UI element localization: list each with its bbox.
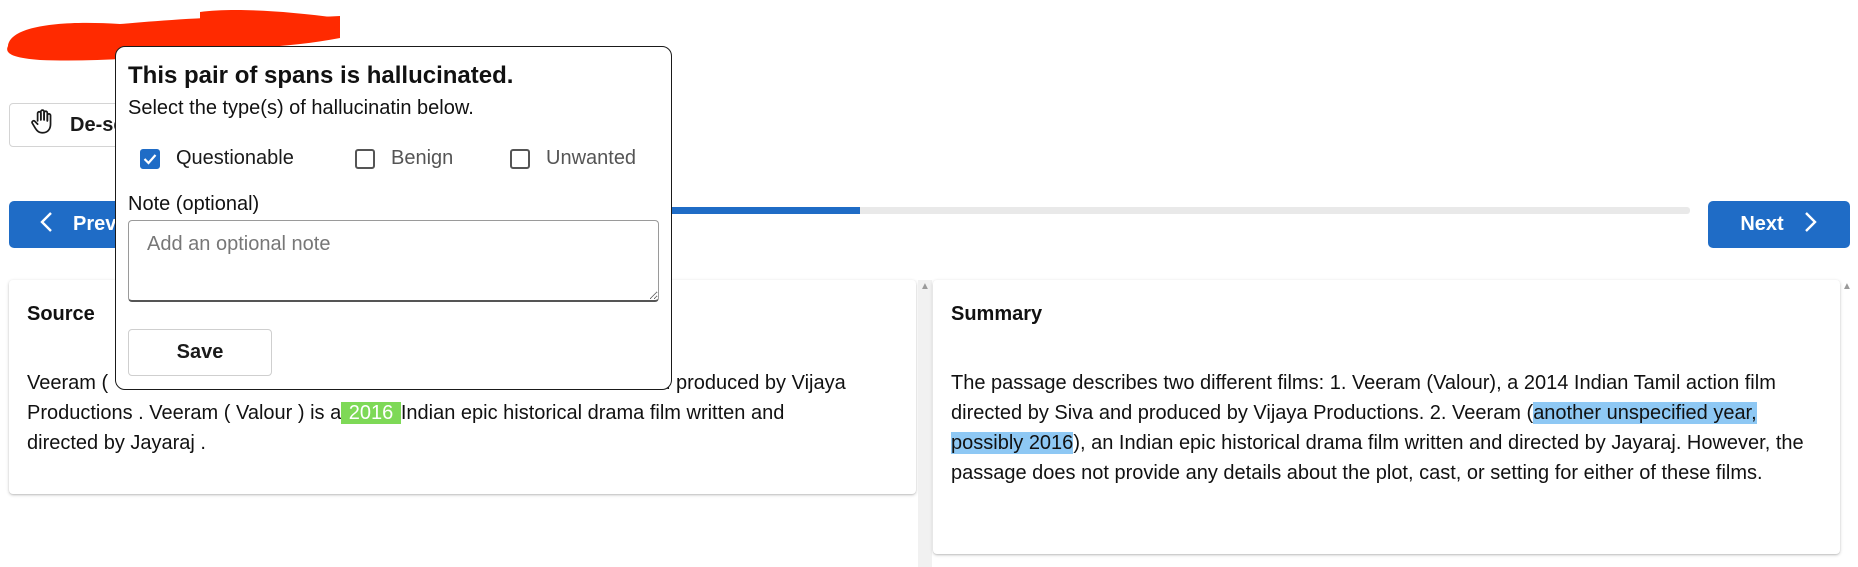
note-field[interactable]	[128, 220, 659, 302]
hallucination-popup: This pair of spans is hallucinated. Sele…	[115, 46, 672, 390]
source-highlight-span[interactable]: 2016	[341, 402, 401, 424]
checkbox-questionable[interactable]	[140, 148, 160, 169]
summary-heading: Summary	[951, 303, 1043, 325]
summary-panel: Summary The passage describes two differ…	[933, 280, 1840, 554]
popup-title: This pair of spans is hallucinated.	[128, 62, 514, 89]
option-unwanted-label: Unwanted	[546, 147, 637, 169]
checkbox-unwanted[interactable]	[510, 148, 530, 169]
option-benign[interactable]: Benign	[355, 147, 510, 170]
prev-label: Prev	[73, 213, 117, 235]
source-text-line2: Productions . Veeram ( Valour ) is a	[27, 402, 342, 424]
note-label: Note (optional)	[128, 193, 260, 215]
scrollbar[interactable]	[918, 280, 932, 567]
checkbox-benign[interactable]	[355, 148, 375, 169]
checkmark-icon	[143, 153, 157, 165]
popup-subtitle: Select the type(s) of hallucinatin below…	[128, 97, 474, 119]
option-unwanted[interactable]: Unwanted	[510, 147, 636, 170]
summary-text: The passage describes two different film…	[951, 368, 1822, 488]
hand-icon	[30, 108, 56, 142]
scroll-up-arrow[interactable]: ▲	[920, 282, 930, 292]
option-questionable[interactable]: Questionable	[140, 147, 355, 170]
option-questionable-label: Questionable	[176, 147, 294, 169]
option-benign-label: Benign	[391, 147, 454, 169]
chevron-right-icon	[1802, 211, 1818, 239]
scroll-up-arrow-right[interactable]: ▲	[1842, 282, 1852, 292]
summary-text-after: ), an Indian epic historical drama film …	[951, 432, 1804, 484]
next-label: Next	[1740, 213, 1784, 235]
source-text-line2-rest: Indian epic historical drama film writte…	[400, 402, 785, 424]
next-button[interactable]: Next	[1708, 201, 1850, 248]
source-text-line3: directed by Jayaraj .	[27, 432, 206, 454]
source-text-start: Veeram (	[27, 372, 109, 394]
save-button[interactable]: Save	[128, 329, 272, 376]
chevron-left-icon	[39, 211, 55, 239]
source-text-continued: nd produced by Vijaya	[648, 372, 846, 394]
hallucination-type-options: Questionable Benign Unwanted	[140, 147, 659, 170]
